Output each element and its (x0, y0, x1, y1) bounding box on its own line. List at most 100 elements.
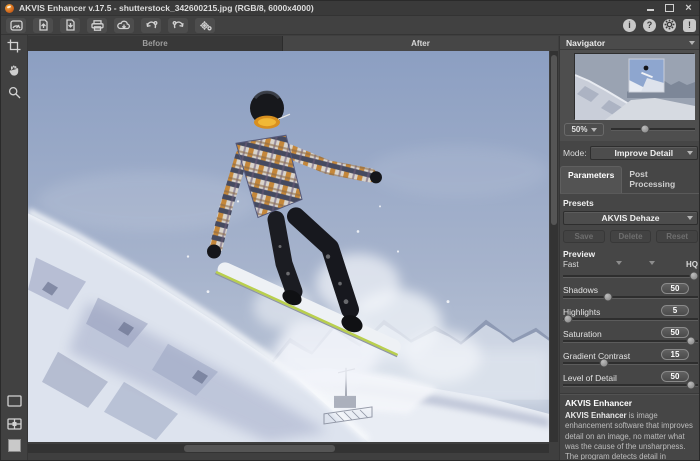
zoom-slider[interactable] (611, 128, 695, 131)
image-canvas[interactable] (28, 51, 549, 442)
redo-icon (172, 20, 185, 31)
feedback-icon: ! (688, 20, 691, 30)
gear-icon (664, 19, 675, 32)
horizontal-scrollbar-thumb[interactable] (184, 445, 335, 452)
akvis-logo-icon (5, 4, 14, 13)
background-color-swatch[interactable] (8, 439, 21, 452)
slider-handle[interactable] (599, 359, 608, 368)
mode-dropdown[interactable]: Improve Detail (590, 146, 698, 160)
redo-button[interactable] (168, 18, 188, 33)
zoom-level-dropdown[interactable]: 50% (564, 123, 604, 136)
title-bar: AKVIS Enhancer v.17.5 - shutterstock_342… (1, 1, 700, 16)
process-button[interactable] (195, 18, 215, 33)
open-button[interactable] (33, 18, 53, 33)
tool-column (1, 35, 28, 461)
close-button[interactable]: × (683, 4, 694, 13)
chevron-down-icon (591, 128, 597, 132)
slider-value-field[interactable]: 50 (661, 371, 689, 382)
crop-tool-button[interactable] (5, 39, 24, 58)
vertical-scrollbar[interactable] (550, 51, 558, 442)
minimize-button[interactable] (645, 4, 656, 13)
print-button[interactable] (87, 18, 107, 33)
presets-label: Presets (560, 194, 700, 210)
slider-track[interactable] (563, 296, 698, 299)
tab-after[interactable]: After (283, 36, 558, 51)
app-window: AKVIS Enhancer v.17.5 - shutterstock_342… (0, 0, 700, 461)
zoom-tool-button[interactable] (5, 85, 24, 104)
tab-before[interactable]: Before (28, 36, 283, 51)
snowboarder-photo (28, 51, 549, 442)
preview-quality-row: Fast HQ (560, 259, 700, 269)
slider-value-field[interactable]: 15 (661, 349, 689, 360)
mode-row: Mode: Improve Detail (560, 141, 700, 164)
view-modes-button[interactable] (5, 393, 24, 412)
tick-icon (616, 261, 622, 265)
chevron-down-icon (687, 216, 693, 220)
slider-row-highlights: Highlights 5 (560, 302, 700, 324)
hints-panel: AKVIS Enhancer AKVIS Enhancer is image e… (560, 393, 700, 461)
slider-value-field[interactable]: 50 (661, 283, 689, 294)
slider-track[interactable] (563, 384, 698, 387)
hand-icon (8, 63, 21, 81)
window-title: AKVIS Enhancer v.17.5 - shutterstock_342… (19, 3, 314, 13)
slider-track[interactable] (563, 340, 698, 343)
preset-value: AKVIS Dehaze (601, 213, 659, 223)
reset-preset-button[interactable]: Reset (656, 230, 698, 243)
slider-handle[interactable] (564, 315, 573, 324)
tab-parameters[interactable]: Parameters (560, 166, 622, 193)
feedback-button[interactable]: ! (683, 19, 696, 32)
crop-icon (7, 39, 21, 58)
mode-label: Mode: (563, 148, 587, 158)
navigator-preview-image (575, 54, 695, 120)
navigator-header[interactable]: Navigator (560, 36, 700, 50)
slider-row-gradient-contrast: Gradient Contrast 15 (560, 346, 700, 368)
zoom-level-value: 50% (571, 125, 587, 134)
cloud-download-icon (117, 20, 131, 31)
slider-track[interactable] (563, 318, 698, 321)
open-file-icon (38, 19, 49, 31)
help-button[interactable]: ? (643, 19, 656, 32)
gears-icon (199, 20, 212, 31)
undo-button[interactable] (141, 18, 161, 33)
preferences-button[interactable] (663, 19, 676, 32)
printer-icon (91, 20, 104, 31)
zoom-slider-handle[interactable] (640, 125, 649, 134)
magnifier-icon (8, 86, 21, 104)
help-icon: ? (647, 20, 653, 30)
preset-dropdown[interactable]: AKVIS Dehaze (563, 211, 698, 225)
vertical-scrollbar-thumb[interactable] (551, 55, 557, 225)
slider-row-shadows: Shadows 50 (560, 280, 700, 302)
slider-row-level-of-detail: Level of Detail 50 (560, 368, 700, 390)
delete-preset-button[interactable]: Delete (610, 230, 652, 243)
slider-track[interactable] (563, 362, 698, 365)
slider-handle[interactable] (687, 337, 696, 346)
undo-icon (145, 20, 158, 31)
navigator-thumbnail[interactable] (574, 53, 694, 119)
parameter-tabs: Parameters Post Processing (560, 166, 700, 194)
share-button[interactable] (114, 18, 134, 33)
save-button[interactable] (60, 18, 80, 33)
slider-handle[interactable] (687, 381, 696, 390)
slider-handle[interactable] (603, 293, 612, 302)
slider-row-saturation: Saturation 50 (560, 324, 700, 346)
slider-value-field[interactable]: 50 (661, 327, 689, 338)
tab-post-processing[interactable]: Post Processing (622, 166, 700, 193)
maximize-button[interactable] (664, 4, 675, 13)
save-preset-button[interactable]: Save (563, 230, 605, 243)
navigator-body: 50% (560, 50, 700, 141)
gauge-icon (10, 20, 23, 31)
view-tabs: Before After (28, 36, 558, 51)
hand-tool-button[interactable] (5, 62, 24, 81)
panel-options-button[interactable] (5, 416, 24, 435)
preview-quality-slider[interactable] (563, 275, 698, 278)
hints-title: AKVIS Enhancer (560, 394, 700, 410)
mode-value: Improve Detail (615, 148, 674, 158)
hints-body: AKVIS Enhancer is image enhancement soft… (560, 410, 700, 461)
slider-value-field[interactable]: 5 (661, 305, 689, 316)
hints-lead: AKVIS Enhancer (565, 411, 627, 420)
info-button[interactable]: i (623, 19, 636, 32)
window-icon (7, 394, 22, 412)
express-mode-button[interactable] (6, 18, 26, 33)
horizontal-scrollbar[interactable] (28, 444, 549, 453)
chevron-down-icon (689, 41, 695, 45)
